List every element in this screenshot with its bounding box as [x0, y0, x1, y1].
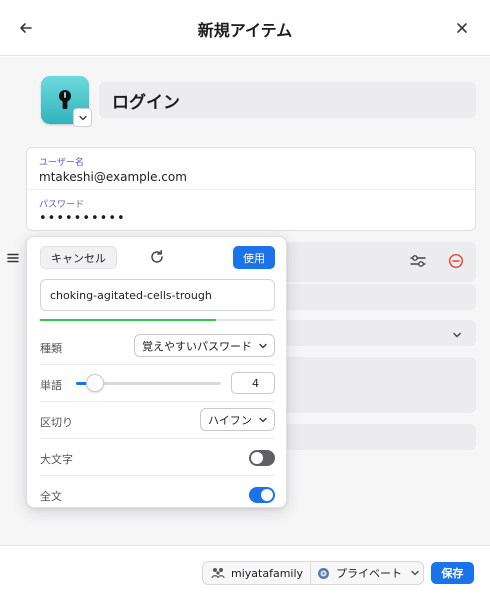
vault-icon	[318, 567, 330, 579]
page-title: 新規アイテム	[197, 21, 293, 40]
icon-picker-button[interactable]	[73, 108, 92, 127]
type-label: 種類	[40, 342, 62, 355]
type-select-value: 覚えやすいパスワード	[142, 339, 252, 353]
family-icon	[211, 568, 225, 579]
chevron-down-icon	[259, 417, 267, 423]
separator-select[interactable]: ハイフン	[200, 408, 275, 431]
account-name: miyatafamily	[231, 566, 304, 580]
uppercase-row: 大文字	[40, 439, 275, 476]
separator-row: 区切り ハイフン	[40, 402, 275, 439]
account-segment[interactable]: miyatafamily	[203, 562, 312, 584]
password-value[interactable]: ••••••••••	[39, 211, 475, 226]
refresh-icon[interactable]	[149, 249, 165, 265]
chevron-down-icon[interactable]	[451, 326, 463, 338]
words-slider-thumb[interactable]	[85, 374, 104, 392]
toggle-knob	[261, 489, 273, 501]
password-generator-popover: キャンセル 使用 choking-agitated-cells-trough 種…	[26, 236, 287, 508]
vault-segment[interactable]: プライベート	[311, 562, 420, 584]
toggle-knob	[251, 452, 263, 464]
uppercase-label: 大文字	[40, 453, 73, 466]
separator-select-value: ハイフン	[208, 413, 252, 427]
save-button[interactable]: 保存	[431, 562, 474, 584]
password-label: パスワード	[39, 200, 85, 210]
chevron-down-icon	[259, 343, 267, 349]
close-icon[interactable]	[450, 16, 474, 40]
sliders-icon[interactable]	[408, 252, 428, 270]
chevron-down-icon	[411, 570, 419, 576]
header: 新規アイテム	[0, 0, 490, 56]
remove-circle-icon[interactable]	[448, 253, 464, 269]
strength-meter-fill	[40, 319, 217, 321]
words-count-field[interactable]: 4	[231, 372, 275, 394]
chevron-down-icon	[78, 115, 87, 120]
fullword-toggle[interactable]	[249, 487, 275, 503]
words-row: 単語 4	[40, 365, 275, 402]
fullword-label: 全文	[40, 490, 62, 503]
username-field[interactable]: ユーザー名 mtakeshi@example.com	[27, 148, 475, 190]
cancel-button[interactable]: キャンセル	[40, 246, 117, 269]
drag-handle-icon[interactable]	[6, 250, 20, 264]
username-label: ユーザー名	[39, 158, 84, 168]
strength-meter	[40, 319, 275, 321]
password-field[interactable]: パスワード ••••••••••	[27, 190, 475, 232]
item-title-field[interactable]: ログイン	[99, 82, 476, 118]
words-label: 単語	[40, 379, 62, 392]
username-value[interactable]: mtakeshi@example.com	[39, 170, 475, 184]
generated-password-field[interactable]: choking-agitated-cells-trough	[40, 279, 275, 311]
type-row: 種類 覚えやすいパスワード	[40, 328, 275, 365]
vault-name: プライベート	[336, 567, 403, 580]
login-fields-card: ユーザー名 mtakeshi@example.com パスワード •••••••…	[26, 147, 476, 231]
uppercase-toggle[interactable]	[249, 450, 275, 466]
separator-label: 区切り	[40, 416, 73, 429]
type-select[interactable]: 覚えやすいパスワード	[134, 334, 275, 357]
fullword-row: 全文	[40, 476, 275, 513]
vault-selector[interactable]: miyatafamily プライベート	[202, 561, 424, 585]
use-password-button[interactable]: 使用	[233, 246, 275, 269]
